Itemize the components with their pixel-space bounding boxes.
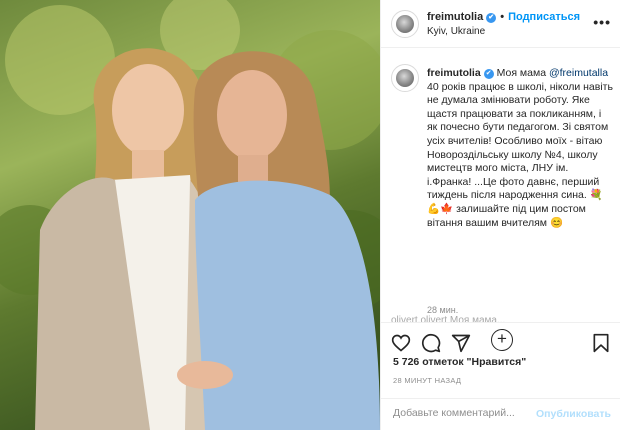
caption-text: freimutolia ✔ Моя мама @freimutalla 40 ро… xyxy=(427,67,613,230)
avatar[interactable] xyxy=(391,64,419,92)
caption-lead: Моя мама xyxy=(496,67,547,79)
post-photo[interactable] xyxy=(0,0,380,430)
separator-dot: • xyxy=(500,11,505,23)
comment-input[interactable] xyxy=(393,407,543,419)
verified-icon: ✔ xyxy=(486,13,497,23)
more-icon[interactable]: ••• xyxy=(593,14,611,30)
verified-icon: ✔ xyxy=(483,69,494,79)
username-link[interactable]: freimutolia xyxy=(427,11,483,23)
likes-count[interactable]: 5 726 отметок "Нравится" xyxy=(393,356,526,368)
heart-icon[interactable] xyxy=(391,333,411,353)
share-icon[interactable] xyxy=(451,333,471,353)
comment-form: Опубликовать xyxy=(381,398,620,430)
caption-body-end: 💪🍁 залишайте під цим постом вітання ваши… xyxy=(427,202,586,229)
instagram-post: freimutolia ✔ • Подписаться Kyiv, Ukraine •… xyxy=(0,0,620,430)
avatar[interactable] xyxy=(391,10,419,38)
post-timestamp[interactable]: 28 МИНУТ НАЗАД xyxy=(393,376,461,385)
post-side-panel: freimutolia ✔ • Подписаться Kyiv, Ukraine •… xyxy=(380,0,620,430)
caption-username[interactable]: freimutolia xyxy=(427,67,481,79)
post-header: freimutolia ✔ • Подписаться Kyiv, Ukraine •… xyxy=(381,0,620,48)
photo-illustration xyxy=(0,0,380,430)
publish-button[interactable]: Опубликовать xyxy=(536,408,611,420)
comment-icon[interactable] xyxy=(421,333,441,353)
bookmark-icon[interactable] xyxy=(591,333,611,353)
header-user-line: freimutolia ✔ • Подписаться xyxy=(427,11,580,23)
caption-mention[interactable]: @freimutalla xyxy=(549,67,608,79)
location-link[interactable]: Kyiv, Ukraine xyxy=(427,26,485,37)
follow-button[interactable]: Подписаться xyxy=(508,11,580,23)
caption-body: 40 років працює в школі, ніколи навіть н… xyxy=(427,80,613,202)
caption-time: 28 мин. xyxy=(427,305,459,315)
